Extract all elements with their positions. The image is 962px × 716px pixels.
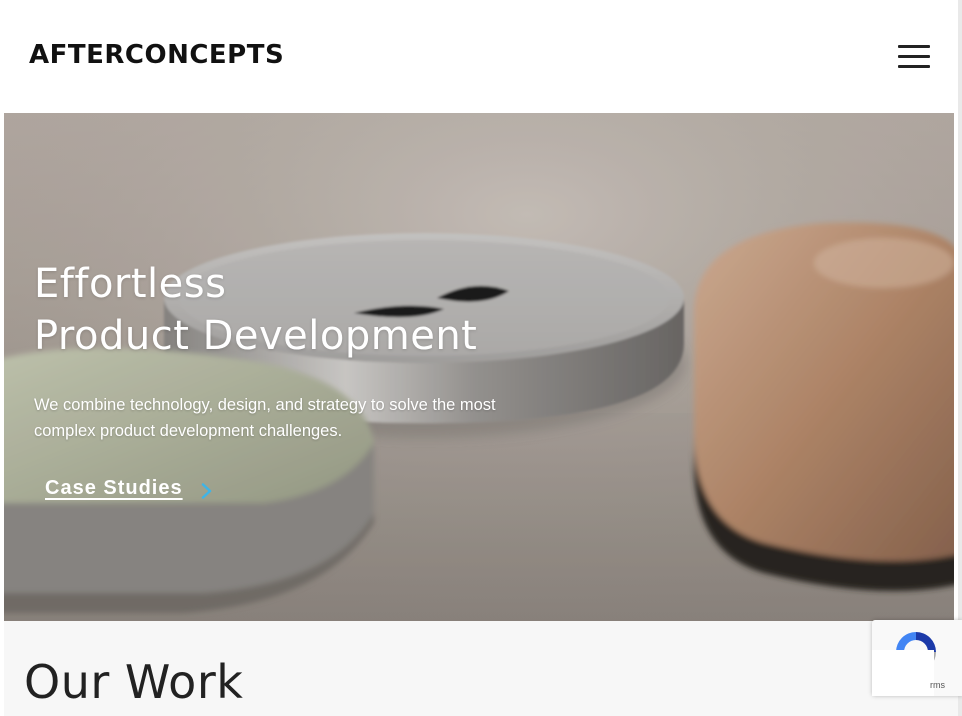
- hero-subtitle-line1: We combine technology, design, and strat…: [34, 396, 496, 414]
- scrollbar-track[interactable]: [958, 0, 962, 716]
- hero-title: Effortless Product Development: [34, 258, 477, 362]
- case-studies-label: Case Studies: [45, 477, 183, 499]
- section-title: Our Work: [24, 655, 244, 709]
- hero-subtitle: We combine technology, design, and strat…: [34, 392, 534, 444]
- recaptcha-terms-link[interactable]: rms: [930, 680, 945, 690]
- hamburger-menu-icon[interactable]: [898, 42, 932, 70]
- hero-subtitle-line2: complex product development challenges.: [34, 422, 343, 440]
- recaptcha-badge[interactable]: rms: [872, 620, 962, 696]
- menu-bar: [898, 55, 930, 58]
- hero-product-image: [4, 113, 954, 621]
- case-studies-link[interactable]: Case Studies: [45, 477, 213, 500]
- site-logo[interactable]: AFTERCONCEPTS: [29, 40, 284, 70]
- hero-title-line2: Product Development: [34, 313, 478, 359]
- menu-bar: [898, 45, 930, 48]
- menu-bar: [898, 65, 930, 68]
- chevron-right-icon: [201, 482, 211, 499]
- site-header: AFTERCONCEPTS: [0, 0, 962, 113]
- our-work-section: Our Work: [4, 621, 958, 716]
- hero-banner: Effortless Product Development We combin…: [4, 113, 954, 621]
- hero-title-line1: Effortless: [34, 261, 227, 307]
- recaptcha-overlay: [872, 650, 934, 696]
